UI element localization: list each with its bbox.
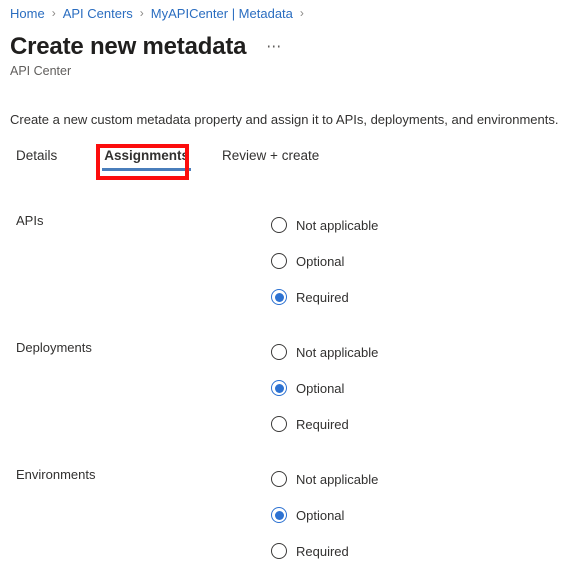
radio-circle-icon bbox=[271, 543, 287, 559]
breadcrumb-item-home[interactable]: Home bbox=[10, 6, 45, 21]
radio-deployments-not-applicable-label: Not applicable bbox=[296, 344, 379, 360]
tab-details-label: Details bbox=[16, 148, 58, 163]
radio-apis-not-applicable[interactable]: Not applicable bbox=[271, 207, 378, 243]
radio-environments-optional[interactable]: Optional bbox=[271, 497, 378, 533]
radio-group-apis: Not applicable Optional Required bbox=[271, 207, 378, 315]
radio-environments-not-applicable[interactable]: Not applicable bbox=[271, 461, 378, 497]
radio-circle-selected-icon bbox=[271, 289, 287, 305]
radio-apis-optional-label: Optional bbox=[296, 253, 345, 269]
page-subtitle: API Center bbox=[10, 64, 72, 78]
tab-assignments[interactable]: Assignments bbox=[102, 148, 191, 171]
radio-deployments-required-label: Required bbox=[296, 416, 349, 432]
section-deployments-label: Deployments bbox=[16, 340, 92, 355]
page-title: Create new metadata bbox=[10, 33, 247, 60]
breadcrumb-separator-icon: › bbox=[51, 6, 56, 20]
radio-apis-required[interactable]: Required bbox=[271, 279, 378, 315]
breadcrumb-separator-icon: › bbox=[299, 6, 304, 20]
radio-environments-optional-label: Optional bbox=[296, 507, 345, 523]
radio-environments-not-applicable-label: Not applicable bbox=[296, 471, 379, 487]
radio-apis-optional[interactable]: Optional bbox=[271, 243, 378, 279]
breadcrumb-item-myapicenter-metadata[interactable]: MyAPICenter | Metadata bbox=[151, 6, 293, 21]
radio-circle-selected-icon bbox=[271, 507, 287, 523]
breadcrumb-item-api-centers[interactable]: API Centers bbox=[63, 6, 133, 21]
radio-deployments-not-applicable[interactable]: Not applicable bbox=[271, 334, 378, 370]
tab-review-create[interactable]: Review + create bbox=[222, 148, 319, 171]
radio-group-environments: Not applicable Optional Required bbox=[271, 461, 378, 569]
section-environments: Environments Not applicable Optional Req… bbox=[0, 461, 577, 581]
page-description: Create a new custom metadata property an… bbox=[10, 112, 559, 127]
radio-circle-selected-icon bbox=[271, 380, 287, 396]
page-header: Create new metadata ⋯ bbox=[10, 32, 286, 62]
radio-circle-icon bbox=[271, 344, 287, 360]
breadcrumb: Home › API Centers › MyAPICenter | Metad… bbox=[10, 4, 311, 22]
radio-circle-icon bbox=[271, 471, 287, 487]
section-deployments: Deployments Not applicable Optional Requ… bbox=[0, 334, 577, 454]
tab-review-create-label: Review + create bbox=[222, 148, 320, 163]
tab-assignments-label: Assignments bbox=[104, 148, 190, 163]
radio-deployments-required[interactable]: Required bbox=[271, 406, 378, 442]
more-options-icon[interactable]: ⋯ bbox=[262, 36, 286, 58]
radio-circle-icon bbox=[271, 217, 287, 233]
radio-apis-required-label: Required bbox=[296, 289, 349, 305]
radio-environments-required-label: Required bbox=[296, 543, 349, 559]
wizard-tabs: Details Assignments Review + create bbox=[16, 148, 319, 171]
radio-circle-icon bbox=[271, 416, 287, 432]
radio-circle-icon bbox=[271, 253, 287, 269]
section-apis-label: APIs bbox=[16, 213, 44, 228]
section-apis: APIs Not applicable Optional Required bbox=[0, 207, 577, 327]
radio-deployments-optional-label: Optional bbox=[296, 380, 345, 396]
radio-environments-required[interactable]: Required bbox=[271, 533, 378, 569]
radio-group-deployments: Not applicable Optional Required bbox=[271, 334, 378, 442]
tab-details[interactable]: Details bbox=[16, 148, 57, 171]
section-environments-label: Environments bbox=[16, 467, 96, 482]
breadcrumb-separator-icon: › bbox=[139, 6, 144, 20]
radio-deployments-optional[interactable]: Optional bbox=[271, 370, 378, 406]
radio-apis-not-applicable-label: Not applicable bbox=[296, 217, 379, 233]
